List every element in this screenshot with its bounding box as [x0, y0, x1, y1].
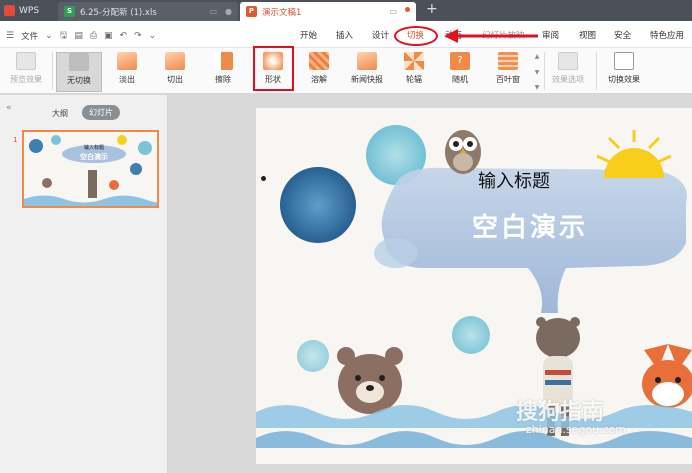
tab-design[interactable]: 设计 — [372, 29, 389, 41]
new-tab-button[interactable]: + — [426, 1, 438, 17]
hamburger-icon[interactable]: ☰ — [6, 31, 14, 41]
wipe-effect-icon — [213, 52, 233, 70]
effect-label: 轮辐 — [406, 75, 422, 84]
annotation-ellipse — [394, 26, 438, 46]
undo-icon[interactable]: ↶ — [120, 31, 128, 41]
wps-logo-icon — [4, 5, 15, 16]
blinds-effect-icon — [498, 52, 518, 70]
save-icon[interactable]: 🖫 — [60, 28, 68, 44]
preview-effect-button[interactable]: 预览效果 — [4, 52, 48, 92]
button-label: 效果选项 — [552, 75, 584, 84]
collapse-icon[interactable]: « — [6, 103, 12, 113]
effect-none[interactable]: 无切换 — [56, 52, 102, 92]
title-bar: WPS S 6.25-分配新 (1).xls ▭ ● P 演示文稿1 ▭ + — [0, 0, 692, 21]
effect-random[interactable]: ? 随机 — [442, 52, 478, 92]
tab-outline[interactable]: 大纲 — [52, 108, 68, 119]
slide-art — [256, 108, 692, 464]
switch-effect-button[interactable]: 切换效果 — [602, 52, 646, 92]
effect-label: 淡出 — [119, 75, 135, 84]
effect-label: 溶解 — [311, 75, 327, 84]
menu-bar: ☰ 文件 ⌄ 🖫 ▤ ⎙ ▣ ↶ ↷ ⌄ 开始 插入 设计 切换 动画 幻灯片放… — [0, 21, 692, 48]
annotation-arrow — [444, 29, 538, 43]
window-icon[interactable]: ▭ — [209, 7, 217, 16]
owl — [445, 130, 481, 174]
effect-blinds[interactable]: 百叶窗 — [488, 52, 528, 92]
chevron-down-icon[interactable]: ▼ — [533, 69, 541, 76]
button-label: 切换效果 — [608, 75, 640, 84]
spreadsheet-icon: S — [64, 6, 75, 17]
redo-icon[interactable]: ↷ — [134, 31, 142, 41]
watermark-url: zhinan.sogou.com — [526, 423, 627, 436]
small-blob-2 — [297, 340, 329, 372]
gallery-scroll[interactable]: ▲ ▼ ▼ — [533, 53, 541, 91]
effect-options-icon — [558, 52, 578, 70]
tab-view[interactable]: 视图 — [579, 29, 596, 41]
none-effect-icon — [69, 53, 89, 71]
thumb-subtitle: 空白演示 — [80, 152, 108, 161]
newsflash-effect-icon — [357, 52, 377, 70]
thumb-title: 输入标题 — [84, 144, 104, 151]
folder-icon[interactable]: ▤ — [74, 31, 83, 41]
tab-spreadsheet[interactable]: S 6.25-分配新 (1).xls ▭ ● — [58, 2, 238, 21]
tab-security[interactable]: 安全 — [614, 29, 631, 41]
dot-icon: ● — [225, 7, 232, 16]
dark-blue-blob — [280, 167, 356, 243]
tab-special-apps[interactable]: 特色应用 — [650, 29, 684, 41]
more-icon[interactable]: ⌄ — [149, 31, 157, 41]
presentation-icon: P — [246, 6, 257, 17]
chevron-up-icon[interactable]: ▲ — [533, 53, 541, 60]
effect-cut[interactable]: 切出 — [156, 52, 194, 92]
app-name: WPS — [19, 5, 40, 16]
effect-options-button[interactable]: 效果选项 — [548, 52, 588, 92]
switch-effect-icon — [614, 52, 634, 70]
slide-title[interactable]: 输入标题 — [478, 167, 550, 193]
effect-wipe[interactable]: 擦除 — [204, 52, 242, 92]
slide-panel: « 大纲 幻灯片 1 输入标题 空白演示 — [0, 95, 168, 473]
random-effect-icon: ? — [450, 52, 470, 70]
effect-label: 随机 — [452, 75, 468, 84]
tab-home[interactable]: 开始 — [300, 29, 317, 41]
dissolve-effect-icon — [309, 52, 329, 70]
ribbon: 预览效果 无切换 淡出 切出 擦除 形状 溶解 新闻快报 轮辐 ? 随机 百叶窗 — [0, 48, 692, 94]
tab-slides[interactable]: 幻灯片 — [82, 105, 120, 120]
effect-fade[interactable]: 淡出 — [108, 52, 146, 92]
effect-wheel[interactable]: 轮辐 — [396, 52, 432, 92]
effect-dissolve[interactable]: 溶解 — [300, 52, 338, 92]
watermark-text: 搜狗指南 — [516, 400, 605, 425]
effect-label: 新闻快报 — [351, 75, 383, 84]
thumbnail-art: 输入标题 空白演示 — [24, 132, 157, 206]
tab-label: 6.25-分配新 (1).xls — [80, 7, 157, 18]
file-menu[interactable]: 文件 — [21, 30, 38, 42]
fade-effect-icon — [117, 52, 137, 70]
button-label: 预览效果 — [10, 75, 42, 84]
preview-icon — [16, 52, 36, 70]
window-icon[interactable]: ▭ — [389, 7, 397, 16]
tab-presentation[interactable]: P 演示文稿1 ▭ — [240, 2, 416, 21]
annotation-box — [253, 46, 294, 91]
slide-subtitle[interactable]: 空白演示 — [472, 207, 588, 244]
preview-icon[interactable]: ▣ — [104, 31, 113, 41]
slide-canvas[interactable] — [256, 108, 692, 464]
print-icon[interactable]: ⎙ — [90, 31, 97, 41]
slide-number: 1 — [13, 136, 18, 144]
effect-label: 切出 — [167, 75, 183, 84]
unsaved-dot-icon — [405, 7, 410, 12]
tab-review[interactable]: 审阅 — [542, 29, 559, 41]
small-blob — [452, 316, 490, 354]
effect-label: 无切换 — [67, 76, 91, 85]
wps-menu-button[interactable]: WPS — [4, 4, 39, 17]
chevron-down-icon[interactable]: ⌄ — [45, 31, 53, 41]
effect-label: 擦除 — [215, 75, 231, 84]
tab-insert[interactable]: 插入 — [336, 29, 353, 41]
bear — [337, 347, 403, 414]
effect-label: 百叶窗 — [496, 75, 520, 84]
wheel-effect-icon — [404, 52, 424, 70]
effect-newsflash[interactable]: 新闻快报 — [344, 52, 390, 92]
expand-icon[interactable]: ▼ — [533, 84, 541, 91]
slide-thumbnail[interactable]: 输入标题 空白演示 — [22, 130, 159, 208]
bullet-dot — [261, 176, 266, 181]
cut-effect-icon — [165, 52, 185, 70]
tab-label: 演示文稿1 — [262, 7, 302, 18]
